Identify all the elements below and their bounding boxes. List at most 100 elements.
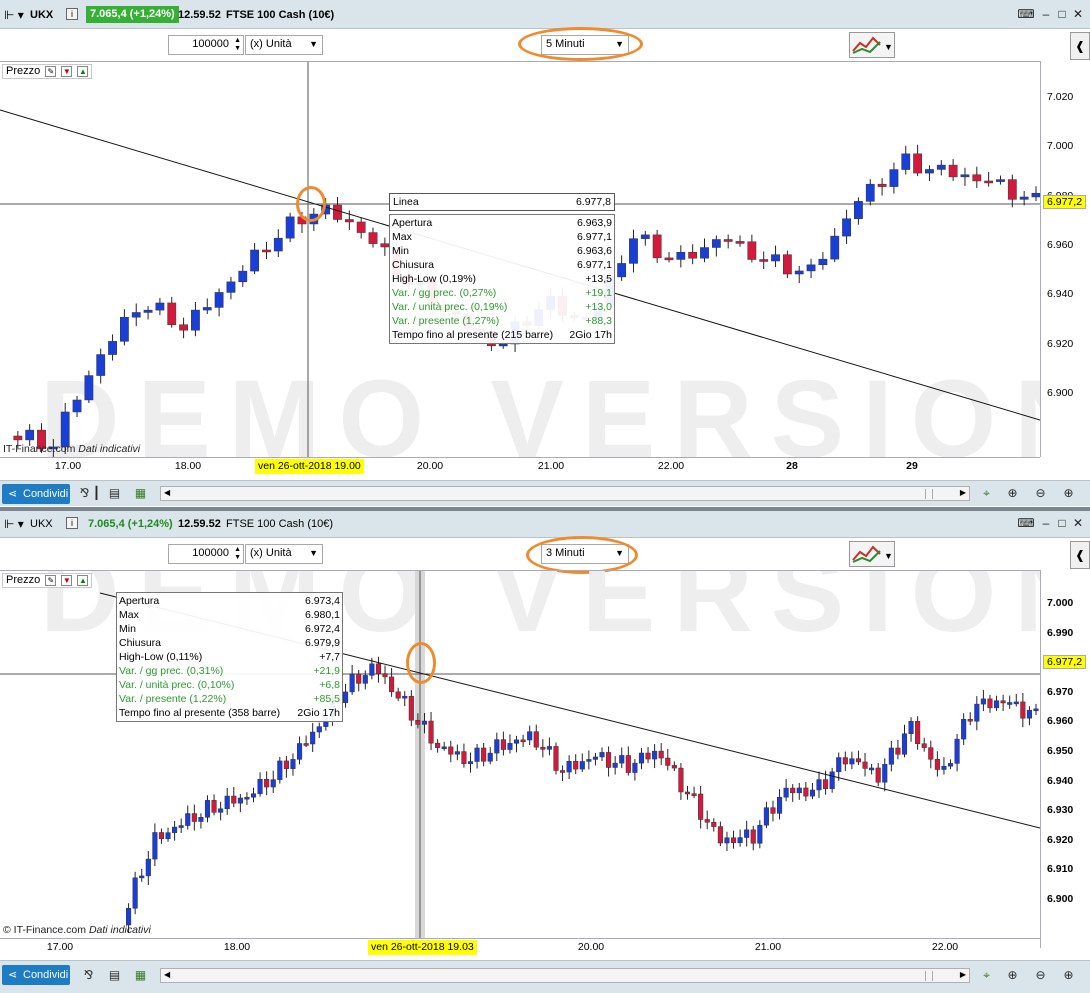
candle-body: [704, 819, 710, 823]
pin-icon[interactable]: ⊩ ▾: [4, 517, 24, 531]
price-axis[interactable]: 7.0006.9906.9806.9706.9606.9506.9406.930…: [1040, 570, 1090, 948]
candle-body: [285, 216, 295, 239]
side-panel-toggle-icon[interactable]: ❰: [1070, 541, 1090, 569]
time-axis[interactable]: 17.00 18.00 20.00 21.00 22.00 ven 26-ott-201…: [0, 938, 1040, 956]
candle-body: [632, 762, 638, 773]
scroll-thumb[interactable]: [925, 489, 933, 499]
candle-body: [638, 752, 645, 764]
time-scrollbar[interactable]: ◀ ▶: [160, 486, 970, 501]
candle-body: [441, 746, 447, 750]
candle-body: [961, 718, 967, 740]
candle-type-icon[interactable]: ┃: [88, 485, 105, 502]
quantity-stepper[interactable]: 100000 ▲ ▼: [168, 35, 244, 55]
time-tick-label: 29: [906, 460, 918, 472]
pin-icon[interactable]: ⊩ ▾: [4, 8, 24, 22]
unit-select[interactable]: (x) Unità ▼: [245, 544, 323, 564]
info-icon[interactable]: i: [66, 8, 78, 20]
layout-icon[interactable]: ▦: [132, 485, 149, 502]
zoom-out-icon[interactable]: ⊖: [1032, 967, 1049, 984]
candle-body: [842, 218, 851, 237]
info-icon[interactable]: i: [66, 517, 78, 529]
candle-body: [921, 743, 927, 748]
candle-body: [1019, 196, 1029, 200]
stepper-arrows-icon[interactable]: ▲ ▼: [234, 546, 241, 562]
share-button[interactable]: ⋖ Condividi: [2, 965, 70, 985]
unit-value: (x) Unità: [250, 38, 292, 50]
price-axis[interactable]: 7.0207.0006.9806.9606.9406.9206.900 6.97…: [1040, 61, 1090, 457]
list-icon[interactable]: ▤: [106, 485, 123, 502]
price-chart[interactable]: DEMO VERSIONE Prezzo ✎ ▼ ▲ Apertura6.973…: [0, 570, 1040, 949]
wrench-icon[interactable]: ✎: [45, 574, 57, 586]
close-icon[interactable]: ✕: [1070, 515, 1086, 531]
candle-body: [934, 759, 940, 770]
chart-bottom-bar: ⋖ Condividi ⅋ ┃ ▤ ▦ ◀ ▶ ⌖ ⊕ ⊖ ⊕: [0, 480, 1090, 506]
zoom-out-icon[interactable]: ⊖: [1032, 485, 1049, 502]
unit-select[interactable]: (x) Unità ▼: [245, 35, 323, 55]
indicator-icon[interactable]: ⅋: [80, 967, 97, 984]
quantity-stepper[interactable]: 100000 ▲ ▼: [168, 544, 244, 564]
scroll-left-icon[interactable]: ◀: [164, 970, 170, 979]
candle-body: [527, 731, 533, 741]
candle-body: [344, 219, 354, 223]
scroll-thumb[interactable]: [925, 971, 933, 981]
candle-body: [763, 807, 769, 826]
share-icon: ⋖: [8, 969, 18, 981]
price-indicator-label: Prezzo ✎ ▼ ▲: [2, 64, 93, 79]
keyboard-icon[interactable]: ⌨: [1016, 515, 1036, 531]
crosshair-icon[interactable]: ⌖: [978, 485, 995, 502]
price-tick-label: 6.900: [1047, 893, 1074, 905]
tooltip-value: 6.977,1: [576, 259, 612, 271]
price-chart[interactable]: DEMO VERSIONE Prezzo ✎ ▼ ▲ Linea 6.977,8…: [0, 61, 1040, 458]
crosshair-icon[interactable]: ⌖: [978, 967, 995, 984]
candle-body: [343, 691, 349, 703]
scroll-right-icon[interactable]: ▶: [960, 970, 966, 979]
time-scrollbar[interactable]: ◀ ▶: [160, 968, 970, 983]
tooltip-label: Var. / gg prec. (0,27%): [392, 287, 497, 299]
zoom-fit-icon[interactable]: ⊕: [1004, 967, 1021, 984]
layout-icon[interactable]: ▦: [132, 967, 149, 984]
minimize-icon[interactable]: –: [1038, 515, 1054, 531]
keyboard-icon[interactable]: ⌨: [1016, 6, 1036, 22]
maximize-icon[interactable]: □: [1054, 6, 1070, 22]
minimize-icon[interactable]: –: [1038, 6, 1054, 22]
candle-body: [915, 720, 921, 744]
candle-body: [316, 726, 322, 733]
stepper-arrows-icon[interactable]: ▲ ▼: [234, 37, 241, 53]
candle-body: [855, 758, 862, 763]
arrow-down-icon[interactable]: ▼: [61, 574, 73, 586]
list-icon[interactable]: ▤: [106, 967, 123, 984]
side-panel-toggle-icon[interactable]: ❰: [1070, 32, 1090, 60]
scroll-right-icon[interactable]: ▶: [960, 488, 966, 497]
tooltip-row: Apertura 6.973,4: [119, 594, 340, 608]
candle-body: [777, 796, 783, 814]
annotation-ellipse: [526, 536, 638, 574]
time-axis[interactable]: 17.00 18.00 20.00 21.00 22.00 28 29 ven 26-ott…: [0, 457, 1040, 475]
chart-tools-button[interactable]: ▼: [849, 32, 895, 58]
scroll-left-icon[interactable]: ◀: [164, 488, 170, 497]
zoom-in-icon[interactable]: ⊕: [1060, 485, 1077, 502]
arrow-down-icon[interactable]: ▼: [61, 65, 73, 77]
candle-body: [875, 767, 881, 783]
arrow-up-icon[interactable]: ▲: [77, 65, 89, 77]
share-button[interactable]: ⋖ Condividi: [2, 484, 70, 504]
candle-body: [757, 824, 763, 844]
watermark: DEMO VERSIONE: [40, 358, 1040, 458]
tooltip-label: Tempo fino al presente (358 barre): [119, 707, 281, 719]
candle-body: [375, 663, 381, 674]
price-tick-label: 6.950: [1047, 745, 1074, 757]
time-label: 12.59.52: [178, 9, 221, 21]
tooltip-value: +7,7: [319, 651, 340, 663]
candle-body: [882, 764, 888, 783]
maximize-icon[interactable]: □: [1054, 515, 1070, 531]
chart-tools-icon: ▼: [852, 545, 893, 563]
time-tick-label: 21.00: [537, 460, 565, 472]
zoom-in-icon[interactable]: ⊕: [1060, 967, 1077, 984]
chart-tools-button[interactable]: ▼: [849, 541, 895, 567]
arrow-up-icon[interactable]: ▲: [77, 574, 89, 586]
zoom-fit-icon[interactable]: ⊕: [1004, 485, 1021, 502]
candle-body: [671, 765, 677, 769]
price-tick-label: 6.940: [1047, 288, 1074, 301]
candle-body: [257, 779, 263, 794]
close-icon[interactable]: ✕: [1070, 6, 1086, 22]
wrench-icon[interactable]: ✎: [45, 65, 57, 77]
